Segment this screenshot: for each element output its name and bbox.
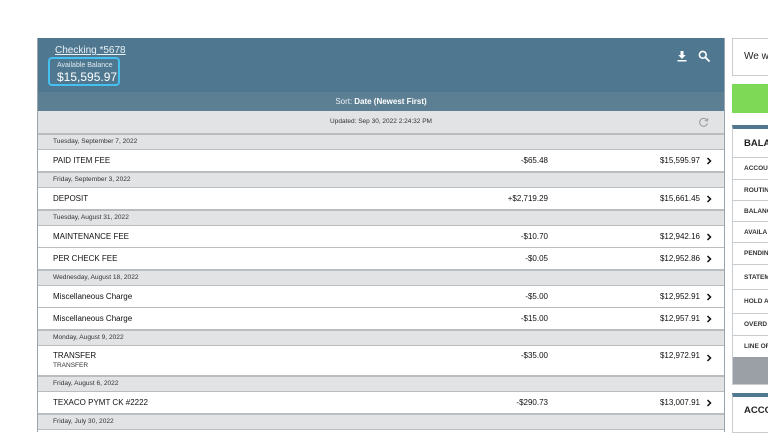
balance-detail-label: PENDIN	[733, 242, 768, 264]
available-balance-label: Available Balance	[57, 62, 113, 69]
transaction-running-balance: $12,942.16	[659, 232, 700, 241]
transaction-amount: -$35.00	[520, 351, 548, 360]
balance-detail-label: ROUTIN	[733, 179, 768, 200]
transaction-amount: -$290.73	[516, 398, 548, 407]
transaction-amount: -$10.70	[520, 232, 548, 241]
transaction-description: DEPOSIT	[53, 194, 89, 203]
transaction-description: TRANSFER	[53, 351, 97, 360]
date-group-header: Tuesday, September 7, 2022	[38, 134, 724, 150]
accounts-card: ACCO	[732, 393, 768, 433]
updated-bar: Updated: Sep 30, 2022 2:24:32 PM	[38, 111, 724, 134]
chevron-right-icon[interactable]	[706, 255, 712, 263]
transaction-description: TEXACO PYMT CK #2222	[53, 398, 148, 407]
balances-footer-button[interactable]	[733, 357, 768, 384]
date-group-header: Monday, August 9, 2022	[38, 330, 724, 346]
transaction-running-balance: $12,952.86	[659, 254, 700, 263]
transaction-row[interactable]: TEXACO PYMT CK #2222 -$290.73 $13,007.91	[38, 392, 724, 414]
transaction-running-balance: $12,957.91	[659, 314, 700, 323]
transaction-row[interactable]: DEPOSIT +$2,719.29 $15,661.45	[38, 188, 724, 210]
balances-title: BALA	[744, 138, 768, 149]
sort-value[interactable]: Date (Newest First)	[354, 97, 426, 106]
updated-timestamp: Updated: Sep 30, 2022 2:24:32 PM	[330, 118, 432, 125]
chevron-right-icon[interactable]	[706, 195, 712, 203]
transaction-row[interactable]: Miscellaneous Charge -$5.00 $12,952.91	[38, 286, 724, 308]
balances-card: BALA ACCOUROUTINBALANCAVAILAPENDINSTATEM…	[732, 125, 768, 385]
action-button[interactable]	[732, 84, 768, 113]
balance-detail-label: HOLD A	[733, 289, 768, 313]
balance-detail-label: STATEM	[733, 264, 768, 289]
transaction-subtext: TRANSFER	[53, 362, 89, 369]
balance-detail-label: ACCOU	[733, 157, 768, 179]
chevron-right-icon[interactable]	[706, 315, 712, 323]
transaction-row[interactable]: PER CHECK FEE -$0.05 $12,952.86	[38, 248, 724, 270]
transaction-description: MAINTENANCE FEE	[53, 232, 130, 241]
transaction-running-balance: $12,952.91	[659, 292, 700, 301]
transaction-amount: +$2,719.29	[507, 194, 548, 203]
transaction-row[interactable]: TRANSFER TRANSFER -$35.00 $12,972.91	[38, 346, 724, 376]
transaction-row[interactable]: MAINTENANCE FEE -$10.70 $12,942.16	[38, 226, 724, 248]
transaction-running-balance: $15,595.97	[659, 156, 700, 165]
available-balance-box: Available Balance $15,595.97	[48, 57, 120, 86]
chevron-right-icon[interactable]	[706, 293, 712, 301]
sort-bar[interactable]: Sort: Date (Newest First)	[38, 92, 724, 111]
balance-detail-label: OVERD	[733, 313, 768, 335]
available-balance-value: $15,595.97	[57, 70, 118, 84]
transaction-description: Miscellaneous Charge	[53, 314, 133, 323]
chevron-right-icon[interactable]	[706, 354, 712, 362]
sort-label: Sort:	[335, 97, 353, 106]
accounts-title: ACCO	[744, 405, 768, 416]
account-name-link[interactable]: Checking *5678	[55, 45, 126, 56]
transaction-row[interactable]: PAID ITEM FEE -$65.48 $15,595.97	[38, 150, 724, 172]
date-group-header: Tuesday, August 31, 2022	[38, 210, 724, 226]
refresh-icon[interactable]	[698, 117, 709, 128]
transaction-running-balance: $12,972.91	[659, 351, 700, 360]
promo-banner: We w	[732, 38, 768, 76]
balance-detail-label: BALANC	[733, 200, 768, 221]
date-group-header: Friday, September 3, 2022	[38, 172, 724, 188]
balance-detail-label: LINE OF	[733, 335, 768, 357]
transactions-panel: Checking *5678 Available Balance $15,595…	[37, 38, 725, 432]
transaction-row[interactable]: Miscellaneous Charge -$15.00 $12,957.91	[38, 308, 724, 330]
promo-banner-text: We w	[744, 51, 768, 62]
chevron-right-icon[interactable]	[706, 399, 712, 407]
transaction-description: PER CHECK FEE	[53, 254, 118, 263]
transaction-description: Miscellaneous Charge	[53, 292, 133, 301]
transaction-amount: -$0.05	[525, 254, 548, 263]
transaction-running-balance: $13,007.91	[659, 398, 700, 407]
date-group-header: Wednesday, August 18, 2022	[38, 270, 724, 286]
balance-detail-label: AVAILA	[733, 221, 768, 242]
date-group-header: Friday, July 30, 2022	[38, 414, 724, 430]
transaction-running-balance: $15,661.45	[659, 194, 700, 203]
chevron-right-icon[interactable]	[706, 157, 712, 165]
account-header: Checking *5678 Available Balance $15,595…	[38, 38, 724, 92]
chevron-right-icon[interactable]	[706, 233, 712, 241]
transaction-amount: -$15.00	[520, 314, 548, 323]
download-icon[interactable]	[676, 50, 688, 62]
search-icon[interactable]	[698, 50, 710, 62]
transaction-description: PAID ITEM FEE	[53, 156, 111, 165]
transaction-amount: -$5.00	[525, 292, 548, 301]
transaction-amount: -$65.48	[520, 156, 548, 165]
date-group-header: Friday, August 6, 2022	[38, 376, 724, 392]
